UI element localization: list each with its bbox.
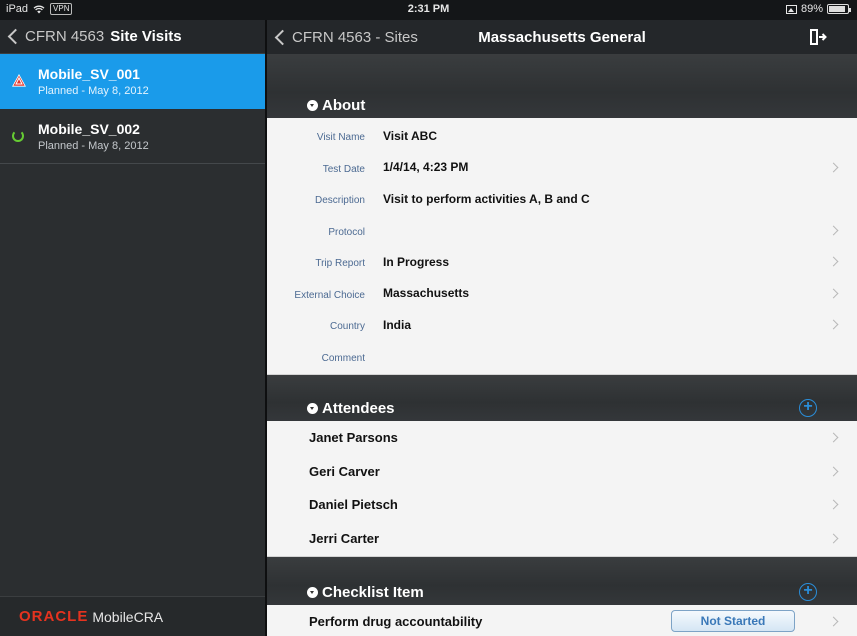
attendee-name: Geri Carver bbox=[309, 463, 380, 479]
site-detail-pane: CFRN 4563 - Sites Massachusetts General … bbox=[267, 20, 857, 636]
collapse-icon bbox=[307, 403, 318, 414]
checklist-panel: Perform drug accountability Not Started bbox=[267, 605, 857, 636]
right-nav-bar: CFRN 4563 - Sites Massachusetts General bbox=[267, 20, 857, 54]
brand-footer: ORACLE MobileCRA bbox=[0, 596, 265, 636]
about-toggle[interactable]: About bbox=[307, 97, 365, 114]
attendees-panel: Janet Parsons Geri Carver Daniel Pietsch… bbox=[267, 421, 857, 557]
chevron-right-icon bbox=[828, 225, 839, 236]
field-value: Massachusetts bbox=[383, 286, 470, 301]
battery-percent: 89% bbox=[800, 3, 823, 15]
field-protocol[interactable]: Protocol bbox=[267, 215, 857, 247]
attendee-name: Daniel Pietsch bbox=[309, 497, 398, 513]
attendee-row[interactable]: Daniel Pietsch bbox=[267, 488, 857, 522]
attendee-row[interactable]: Jerri Carter bbox=[267, 522, 857, 556]
oracle-logo: ORACLE bbox=[19, 608, 89, 625]
field-value: Visit to perform activities A, B and C bbox=[383, 191, 590, 206]
status-dropdown[interactable]: Not Started bbox=[671, 610, 795, 632]
visit-name: Mobile_SV_002 bbox=[38, 121, 140, 137]
status-bar: iPad VPN 2:31 PM 89% bbox=[0, 0, 857, 20]
attendee-row[interactable]: Janet Parsons bbox=[267, 421, 857, 455]
lock-rotation-icon bbox=[785, 4, 797, 14]
visit-item-sv-001[interactable]: Mobile_SV_001 Planned - May 8, 2012 bbox=[0, 54, 265, 109]
attendee-name: Janet Parsons bbox=[309, 430, 398, 446]
attendees-section-header: Attendees + bbox=[267, 375, 857, 421]
chevron-right-icon bbox=[828, 616, 839, 627]
left-nav-title: Site Visits bbox=[110, 28, 182, 45]
chevron-right-icon bbox=[828, 288, 839, 299]
field-label: Description bbox=[314, 195, 365, 207]
add-attendee-icon[interactable]: + bbox=[799, 399, 817, 417]
chevron-right-icon bbox=[828, 466, 839, 477]
field-value: In Progress bbox=[383, 254, 450, 269]
field-value: 1/4/14, 4:23 PM bbox=[383, 160, 469, 175]
battery-icon bbox=[827, 4, 851, 14]
checklist-toggle[interactable]: Checklist Item bbox=[307, 584, 424, 601]
chevron-right-icon bbox=[828, 319, 839, 330]
visit-subtitle: Planned - May 8, 2012 bbox=[38, 140, 149, 152]
warning-icon bbox=[12, 74, 26, 87]
checklist-row[interactable]: Perform drug accountability Not Started bbox=[267, 605, 857, 636]
product-name: MobileCRA bbox=[92, 608, 164, 625]
field-label: Comment bbox=[321, 352, 365, 364]
field-comment[interactable]: Comment bbox=[267, 341, 857, 373]
collapse-icon bbox=[307, 587, 318, 598]
field-country[interactable]: Country India bbox=[267, 309, 857, 341]
collapse-icon bbox=[307, 100, 318, 111]
exit-icon[interactable] bbox=[809, 28, 827, 46]
checklist-section-header: Checklist Item + bbox=[267, 557, 857, 605]
attendees-header-label: Attendees bbox=[322, 400, 395, 417]
left-nav-bar: CFRN 4563 Site Visits bbox=[0, 20, 265, 54]
chevron-right-icon bbox=[828, 432, 839, 443]
visit-subtitle: Planned - May 8, 2012 bbox=[38, 85, 149, 97]
add-checklist-item-icon[interactable]: + bbox=[799, 583, 817, 601]
field-visit-name[interactable]: Visit Name Visit ABC bbox=[267, 120, 857, 152]
attendee-name: Jerri Carter bbox=[309, 530, 380, 546]
visit-name: Mobile_SV_001 bbox=[38, 66, 140, 82]
back-button-cfrn[interactable]: CFRN 4563 bbox=[25, 28, 104, 45]
field-external-choice[interactable]: External Choice Massachusetts bbox=[267, 278, 857, 310]
field-label: Test Date bbox=[322, 163, 365, 175]
checklist-header-label: Checklist Item bbox=[322, 584, 424, 601]
field-test-date[interactable]: Test Date 1/4/14, 4:23 PM bbox=[267, 152, 857, 184]
in-progress-icon bbox=[12, 130, 24, 142]
attendees-toggle[interactable]: Attendees bbox=[307, 400, 395, 417]
field-trip-report[interactable]: Trip Report In Progress bbox=[267, 246, 857, 278]
chevron-right-icon bbox=[828, 533, 839, 544]
field-label: Country bbox=[329, 321, 365, 333]
about-panel: Visit Name Visit ABC Test Date 1/4/14, 4… bbox=[267, 118, 857, 375]
field-label: External Choice bbox=[294, 289, 365, 301]
back-chevron-icon[interactable] bbox=[7, 28, 24, 45]
back-chevron-icon[interactable] bbox=[274, 29, 291, 45]
field-value: India bbox=[383, 317, 412, 332]
visit-item-sv-002[interactable]: Mobile_SV_002 Planned - May 8, 2012 bbox=[0, 109, 265, 164]
field-label: Visit Name bbox=[316, 132, 365, 144]
about-header-label: About bbox=[322, 97, 366, 114]
back-button-sites[interactable]: CFRN 4563 - Sites bbox=[292, 29, 418, 46]
checklist-item-name: Perform drug accountability bbox=[309, 614, 483, 630]
field-label: Protocol bbox=[328, 226, 365, 238]
battery-fill bbox=[829, 6, 846, 12]
status-time: 2:31 PM bbox=[407, 3, 450, 15]
field-label: Trip Report bbox=[315, 258, 365, 270]
attendee-row[interactable]: Geri Carver bbox=[267, 455, 857, 489]
chevron-right-icon bbox=[828, 162, 839, 173]
chevron-right-icon bbox=[828, 499, 839, 510]
site-visits-pane: CFRN 4563 Site Visits Mobile_SV_001 Plan… bbox=[0, 20, 265, 636]
about-section-header: About bbox=[267, 54, 857, 118]
status-right: 89% bbox=[785, 3, 851, 15]
field-description[interactable]: Description Visit to perform activities … bbox=[267, 183, 857, 215]
chevron-right-icon bbox=[828, 256, 839, 267]
field-value: Visit ABC bbox=[383, 128, 438, 143]
